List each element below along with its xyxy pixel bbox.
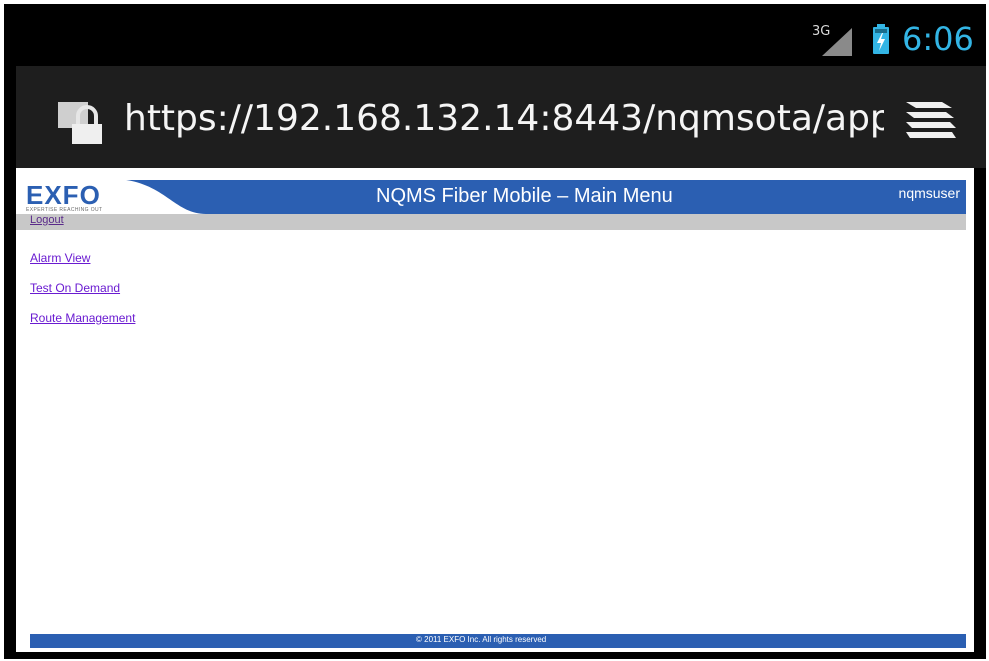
page-title: NQMS Fiber Mobile – Main Menu <box>376 185 673 207</box>
menu-icon[interactable] <box>902 98 958 144</box>
page-footer: © 2011 EXFO Inc. All rights reserved <box>30 634 966 648</box>
logo-tagline: EXPERTISE REACHING OUT <box>26 207 103 213</box>
lock-icon[interactable] <box>56 96 106 146</box>
nav-link-test-on-demand[interactable]: Test On Demand <box>30 280 135 310</box>
battery-icon <box>873 24 889 54</box>
status-bar: 3G 6:06 <box>4 4 986 66</box>
page-header: EXFO EXPERTISE REACHING OUT NQMS Fiber M… <box>16 180 966 214</box>
user-name: nqmsuser <box>898 185 960 201</box>
main-menu-list: Alarm View Test On Demand Route Manageme… <box>30 250 135 340</box>
signal-indicator: 3G <box>812 24 862 56</box>
nav-link-route-management[interactable]: Route Management <box>30 310 135 340</box>
web-page: EXFO EXPERTISE REACHING OUT NQMS Fiber M… <box>16 168 974 652</box>
signal-icon <box>822 28 852 56</box>
exfo-logo: EXFO EXPERTISE REACHING OUT <box>26 180 146 213</box>
url-text[interactable]: https://192.168.132.14:8443/nqmsota/app/… <box>124 98 884 139</box>
device-screen: 3G 6:06 https://192.168.132.14:8443/nqms… <box>4 4 986 659</box>
screenshot-frame: 3G 6:06 https://192.168.132.14:8443/nqms… <box>0 0 989 661</box>
copyright-text: © 2011 EXFO Inc. All rights reserved <box>416 635 547 644</box>
browser-url-bar[interactable]: https://192.168.132.14:8443/nqmsota/app/… <box>16 66 986 168</box>
status-clock: 6:06 <box>902 20 974 58</box>
logout-bar: Logout <box>16 214 966 230</box>
logout-link[interactable]: Logout <box>30 214 64 226</box>
nav-link-alarm-view[interactable]: Alarm View <box>30 250 135 280</box>
